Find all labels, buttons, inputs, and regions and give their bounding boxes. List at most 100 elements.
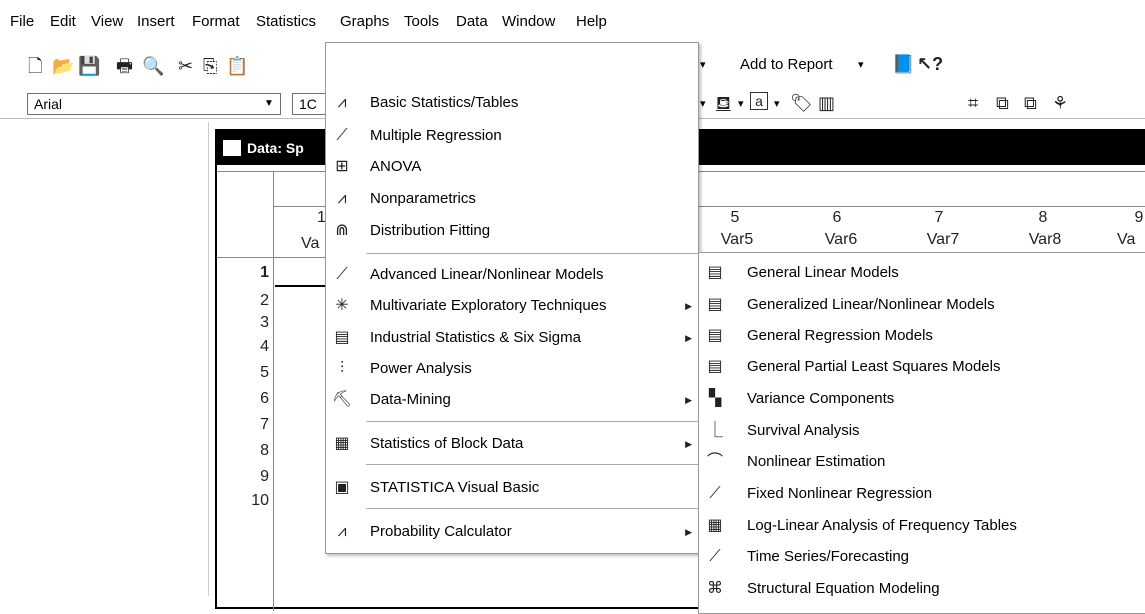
toolbar-icon-a[interactable]: ⌗ [968, 92, 978, 114]
menu-format[interactable]: Format [192, 13, 240, 31]
menu-item-anova[interactable]: ⊞ ANOVA [326, 155, 698, 179]
submenu-item-fixed-regression[interactable]: ⟋ Fixed Nonlinear Regression [699, 482, 1145, 506]
cut-icon[interactable]: ✂ [178, 55, 193, 77]
menu-separator [366, 421, 698, 422]
submenu-item-nonlinear[interactable]: ⌒ Nonlinear Estimation [699, 450, 1145, 474]
menu-item-advanced-models[interactable]: ⟋ Advanced Linear/Nonlinear Models [326, 263, 698, 287]
paste-icon[interactable]: 📋 [226, 55, 248, 77]
menu-data[interactable]: Data [456, 13, 488, 31]
toolbar-icon-b[interactable]: ⧉ [996, 92, 1009, 114]
row-number[interactable]: 2 [217, 292, 269, 310]
toolbar-icon-d[interactable]: ⚘ [1052, 92, 1068, 114]
timeseries-icon: ⟋ [709, 548, 721, 565]
multivariate-icon: ✳ [335, 297, 349, 314]
column-header[interactable]: Va [301, 235, 319, 253]
column-number: 7 [934, 209, 944, 226]
industrial-icon: ▤ [334, 329, 350, 346]
tag-icon[interactable]: 🏷 [790, 92, 813, 114]
open-folder-icon[interactable]: 📂 [52, 55, 74, 77]
submenu-arrow-icon: ▶ [685, 439, 692, 449]
menu-view[interactable]: View [91, 13, 123, 31]
menu-edit[interactable]: Edit [50, 13, 76, 31]
add-to-report-button[interactable]: Add to Report [740, 55, 833, 75]
column-header[interactable]: Var8 [1015, 231, 1075, 249]
glz-icon: ▤ [707, 296, 723, 313]
menu-item-distribution-fitting[interactable]: ⋒ Distribution Fitting [326, 219, 698, 243]
border-arrow-icon[interactable]: ▾ [774, 94, 780, 114]
fill-color-arrow-icon[interactable]: ▾ [738, 94, 744, 114]
menu-item-block-data[interactable]: ▦ Statistics of Block Data ▶ [326, 432, 698, 456]
menu-item-visual-basic[interactable]: ▣ STATISTICA Visual Basic [326, 476, 698, 500]
submenu-item-grm[interactable]: ▤ General Regression Models [699, 324, 1145, 348]
row-number[interactable]: 10 [217, 492, 269, 510]
menu-insert[interactable]: Insert [137, 13, 175, 31]
menu-graphs[interactable]: Graphs [340, 13, 389, 31]
dropdown-arrow-icon[interactable]: ▾ [700, 55, 706, 75]
fixed-regression-icon: ⟋ [709, 485, 721, 502]
row-number[interactable]: 5 [217, 364, 269, 382]
column-header[interactable]: Va [1117, 231, 1145, 249]
column-header[interactable]: Var6 [811, 231, 871, 249]
regression-icon: ⟋ [336, 127, 348, 144]
column-number: 8 [1038, 209, 1048, 226]
submenu-item-sem[interactable]: ⌘ Structural Equation Modeling [699, 577, 1145, 601]
print-icon[interactable]: 🖶 [116, 55, 133, 77]
loglinear-icon: ▦ [707, 517, 723, 534]
left-pane [8, 122, 209, 596]
submenu-arrow-icon: ▶ [685, 527, 692, 537]
column-header[interactable]: Var5 [707, 231, 767, 249]
menu-window[interactable]: Window [502, 13, 555, 31]
row-number[interactable]: 1 [217, 264, 269, 282]
report-book-icon[interactable]: 📘 [892, 53, 914, 75]
menu-file[interactable]: File [10, 13, 34, 31]
submenu-item-glz[interactable]: ▤ Generalized Linear/Nonlinear Models [699, 293, 1145, 317]
submenu-item-timeseries[interactable]: ⟋ Time Series/Forecasting [699, 545, 1145, 569]
row-number[interactable]: 8 [217, 442, 269, 460]
font-name-value: Arial [34, 96, 63, 112]
menu-item-multiple-regression[interactable]: ⟋ Multiple Regression [326, 124, 698, 148]
menu-item-probability-calculator[interactable]: ⩘ Probability Calculator ▶ [326, 520, 698, 544]
row-number[interactable]: 7 [217, 416, 269, 434]
data-mining-icon: ⛏ [331, 391, 353, 408]
anova-icon: ⊞ [335, 158, 349, 175]
context-help-icon[interactable]: ↖? [917, 53, 943, 75]
submenu-item-survival[interactable]: ⎿ Survival Analysis [699, 419, 1145, 443]
menu-item-power-analysis[interactable]: ⫶ Power Analysis [326, 357, 698, 381]
menu-tools[interactable]: Tools [404, 13, 439, 31]
add-to-report-arrow-icon[interactable]: ▾ [858, 55, 864, 75]
column-header[interactable]: Var7 [913, 231, 973, 249]
menu-item-industrial-statistics[interactable]: ▤ Industrial Statistics & Six Sigma ▶ [326, 326, 698, 350]
submenu-arrow-icon: ▶ [685, 395, 692, 405]
column-number: 6 [832, 209, 842, 226]
menu-statistics[interactable]: Statistics [256, 13, 316, 31]
save-icon[interactable]: 💾 [78, 55, 100, 77]
copy-icon[interactable]: ⎘ [203, 55, 217, 77]
row-number[interactable]: 6 [217, 390, 269, 408]
survival-icon: ⎿ [706, 422, 723, 439]
menu-item-data-mining[interactable]: ⛏ Data-Mining ▶ [326, 388, 698, 412]
dropdown-arrow-icon[interactable]: ▾ [700, 94, 706, 114]
row-number[interactable]: 9 [217, 468, 269, 486]
menu-item-basic-statistics[interactable]: ⩘ Basic Statistics/Tables [326, 91, 698, 115]
sem-icon: ⌘ [707, 580, 723, 597]
toolbar-icon-c[interactable]: ⧉ [1024, 92, 1037, 114]
submenu-item-glm[interactable]: ▤ General Linear Models [699, 261, 1145, 285]
menu-item-multivariate[interactable]: ✳ Multivariate Exploratory Techniques ▶ [326, 294, 698, 318]
chevron-down-icon[interactable]: ▼ [258, 94, 280, 114]
fill-color-icon[interactable]: ⛾ [716, 92, 731, 114]
nonparametrics-icon: ⩘ [337, 190, 347, 207]
block-data-icon: ▦ [334, 435, 350, 452]
submenu-item-loglinear[interactable]: ▦ Log-Linear Analysis of Frequency Tables [699, 514, 1145, 538]
new-document-icon[interactable]: 🗋 [28, 55, 42, 77]
border-icon[interactable]: a [750, 92, 768, 110]
grid-lines-icon[interactable]: ▥ [818, 92, 835, 114]
submenu-item-pls[interactable]: ▤ General Partial Least Squares Models [699, 355, 1145, 379]
submenu-item-variance[interactable]: ▚ Variance Components [699, 387, 1145, 411]
menubar: File Edit View Insert Format Statistics … [0, 0, 1145, 42]
font-name-combo[interactable]: Arial ▼ [27, 93, 281, 115]
menu-help[interactable]: Help [576, 13, 607, 31]
row-number[interactable]: 3 [217, 314, 269, 332]
row-number[interactable]: 4 [217, 338, 269, 356]
menu-item-nonparametrics[interactable]: ⩘ Nonparametrics [326, 187, 698, 211]
print-preview-icon[interactable]: 🔍 [142, 55, 164, 77]
